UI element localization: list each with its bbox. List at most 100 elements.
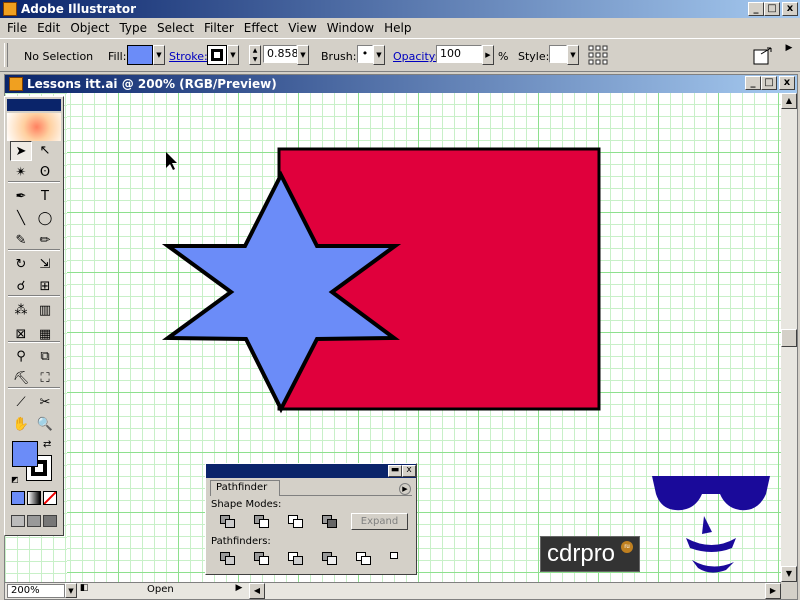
stroke-label-link[interactable]: Stroke:	[169, 50, 208, 63]
trim-icon[interactable]	[254, 552, 270, 566]
menu-object[interactable]: Object	[65, 21, 114, 35]
align-grid-icon[interactable]	[588, 45, 608, 65]
menu-view[interactable]: View	[283, 21, 321, 35]
brush-dropdown-arrow[interactable]: ▼	[373, 45, 385, 65]
document-setup-icon[interactable]	[752, 45, 774, 67]
app-title-bar: Adobe Illustrator _ □ x	[0, 0, 800, 18]
panel-menu-icon[interactable]: ▶	[399, 483, 411, 495]
stroke-dropdown-arrow[interactable]: ▼	[227, 45, 239, 65]
doc-minimize-button[interactable]: _	[745, 76, 761, 90]
pathfinder-close-button[interactable]: x	[402, 465, 416, 477]
swap-colors-icon[interactable]: ⇄	[43, 439, 51, 450]
tools-panel-grip[interactable]	[7, 99, 61, 111]
opacity-input[interactable]: 100	[436, 45, 482, 63]
selection-tool[interactable]: ➤	[10, 141, 32, 161]
expand-button[interactable]: Expand	[351, 513, 408, 530]
scroll-left-button[interactable]: ◀	[249, 583, 265, 599]
gradient-mode-button[interactable]	[27, 491, 41, 505]
minus-back-icon[interactable]	[390, 552, 406, 566]
paintbrush-tool[interactable]: ✎	[10, 231, 32, 251]
style-swatch[interactable]	[549, 45, 567, 63]
scroll-up-button[interactable]: ▲	[781, 93, 797, 109]
control-bar-menu-arrow[interactable]: ▶	[782, 43, 796, 57]
graph-tool[interactable]: ▥	[34, 301, 56, 321]
control-bar-grip[interactable]	[4, 43, 8, 67]
pencil-tool[interactable]: ✏	[34, 231, 56, 251]
vertical-scroll-thumb[interactable]	[781, 329, 797, 347]
stroke-swatch[interactable]	[207, 45, 227, 65]
doc-maximize-button[interactable]: □	[761, 76, 777, 90]
menu-help[interactable]: Help	[379, 21, 416, 35]
opacity-dropdown-arrow[interactable]: ▶	[482, 45, 494, 65]
vertical-scrollbar[interactable]: ▲ ▼	[781, 93, 797, 582]
shape-modes-label: Shape Modes:	[211, 499, 282, 510]
default-colors-icon[interactable]: ◩	[11, 475, 21, 485]
menu-filter[interactable]: Filter	[199, 21, 239, 35]
menu-select[interactable]: Select	[152, 21, 199, 35]
outline-icon[interactable]	[356, 552, 372, 566]
intersect-shape-icon[interactable]	[288, 515, 304, 529]
illustrator-flower-logo[interactable]	[7, 113, 61, 141]
live-paint-tool[interactable]: ⛏	[10, 369, 32, 389]
maximize-button[interactable]: □	[764, 2, 780, 16]
status-arrow[interactable]: ▶	[233, 583, 245, 598]
full-screen-mode-button[interactable]	[43, 515, 57, 527]
free-transform-tool[interactable]: ⊞	[34, 277, 56, 297]
menu-window[interactable]: Window	[322, 21, 379, 35]
menu-file[interactable]: File	[2, 21, 32, 35]
stroke-weight-input[interactable]: 0.858	[263, 45, 299, 63]
pathfinder-tab[interactable]: Pathfinder	[210, 480, 280, 496]
zoom-dropdown-arrow[interactable]: ▼	[65, 583, 77, 598]
rotate-tool[interactable]: ↻	[10, 255, 32, 275]
warp-tool[interactable]: ☌	[10, 277, 32, 297]
brush-swatch[interactable]: •	[357, 45, 373, 63]
add-to-shape-icon[interactable]	[220, 515, 236, 529]
full-screen-menu-mode-button[interactable]	[27, 515, 41, 527]
stroke-weight-dropdown[interactable]: ▼	[297, 45, 309, 65]
slice-tool[interactable]: ⟋	[10, 393, 32, 413]
doc-close-button[interactable]: x	[779, 76, 795, 90]
stroke-weight-stepper[interactable]: ▲ ▼	[249, 45, 261, 65]
pen-tool[interactable]: ✒	[10, 187, 32, 207]
exclude-overlap-icon[interactable]	[322, 515, 338, 529]
opacity-label-link[interactable]: Opacity:	[393, 50, 438, 63]
menu-effect[interactable]: Effect	[239, 21, 284, 35]
menu-edit[interactable]: Edit	[32, 21, 65, 35]
direct-selection-tool[interactable]: ↖	[34, 141, 56, 161]
scroll-down-button[interactable]: ▼	[781, 566, 797, 582]
scroll-right-button[interactable]: ▶	[765, 583, 781, 599]
close-button[interactable]: x	[782, 2, 798, 16]
ellipse-tool[interactable]: ◯	[34, 209, 56, 229]
live-paint-selection-tool[interactable]: ⛶	[34, 369, 56, 389]
none-mode-button[interactable]	[43, 491, 57, 505]
zoom-level-field[interactable]: 200%	[7, 584, 65, 598]
symbol-sprayer-tool[interactable]: ⁂	[10, 301, 32, 321]
scissors-tool[interactable]: ✂	[34, 393, 56, 413]
ai-file-icon	[9, 77, 23, 91]
style-dropdown-arrow[interactable]: ▼	[567, 45, 579, 65]
zoom-tool[interactable]: 🔍	[34, 415, 56, 435]
subtract-from-shape-icon[interactable]	[254, 515, 270, 529]
status-menu-icon[interactable]: ◧	[77, 583, 91, 598]
merge-icon[interactable]	[288, 552, 304, 566]
minimize-button[interactable]: _	[748, 2, 764, 16]
fill-color-swatch[interactable]	[12, 441, 38, 467]
eyedropper-tool[interactable]: ⚲	[10, 347, 32, 367]
pathfinder-title-bar[interactable]: ▬ x	[206, 464, 416, 478]
pathfinder-minimize-button[interactable]: ▬	[388, 465, 402, 477]
menu-type[interactable]: Type	[114, 21, 152, 35]
fill-swatch[interactable]	[127, 45, 153, 65]
color-mode-button[interactable]	[11, 491, 25, 505]
type-tool[interactable]: T	[34, 187, 56, 207]
standard-screen-mode-button[interactable]	[11, 515, 25, 527]
divide-icon[interactable]	[220, 552, 236, 566]
cdrpro-logo-text: cdrpro	[547, 540, 616, 567]
scale-tool[interactable]: ⇲	[34, 255, 56, 275]
line-tool[interactable]: ╲	[10, 209, 32, 229]
magic-wand-tool[interactable]: ✴	[10, 163, 32, 183]
crop-icon[interactable]	[322, 552, 338, 566]
hand-tool[interactable]: ✋	[10, 415, 32, 435]
blend-tool[interactable]: ⧉	[34, 347, 56, 367]
lasso-tool[interactable]: ʘ	[34, 163, 56, 183]
fill-dropdown-arrow[interactable]: ▼	[153, 45, 165, 65]
